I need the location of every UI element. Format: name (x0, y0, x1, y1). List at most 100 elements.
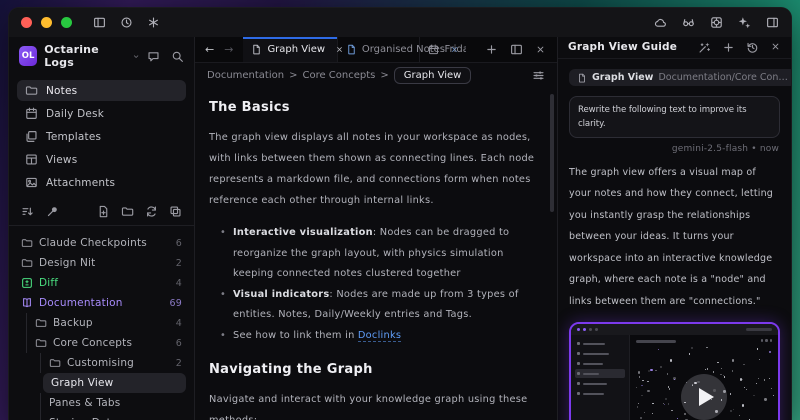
graph-node-dot (720, 374, 721, 375)
sidebar-item-attachments[interactable]: Attachments (17, 172, 186, 193)
pin-icon[interactable] (46, 205, 59, 218)
duplicate-icon[interactable] (169, 205, 182, 218)
doc-icon (251, 44, 262, 55)
graph-node-dot (677, 418, 678, 419)
new-folder-icon[interactable] (121, 205, 134, 218)
graph-node-dot (721, 368, 722, 369)
mini-menu-dots (761, 339, 773, 342)
graph-node-dot (686, 382, 687, 383)
history-icon[interactable] (746, 41, 759, 54)
tree-count: 6 (176, 338, 182, 349)
clock-icon[interactable] (120, 16, 133, 29)
ai-sparkles-icon[interactable] (738, 16, 751, 29)
graph-node-dot (742, 404, 744, 406)
video-preview[interactable] (569, 322, 780, 420)
tree-count: 2 (176, 258, 182, 269)
graph-node-dot (715, 410, 717, 412)
close-window-button[interactable] (21, 17, 32, 28)
graph-node-dot (640, 417, 641, 418)
nav-label: Attachments (46, 177, 115, 189)
tree-item-documentation[interactable]: Documentation 69 (17, 293, 186, 313)
breadcrumb-separator: > (380, 70, 388, 81)
tab-graph-view[interactable]: Graph View Documentation (243, 37, 337, 62)
doc-icon (577, 73, 587, 83)
view-options-icon[interactable] (532, 69, 545, 82)
glasses-icon[interactable] (682, 16, 695, 29)
minimize-window-button[interactable] (41, 17, 52, 28)
tree-item-panes-tabs[interactable]: Panes & Tabs (17, 393, 186, 413)
assistant-response: The graph view offers a visual map of yo… (569, 162, 780, 313)
cloud-sync-icon[interactable] (654, 16, 667, 29)
tree-label: Backup (53, 317, 93, 329)
new-chat-icon[interactable] (722, 41, 735, 54)
panel-left-toggle-icon[interactable] (93, 16, 106, 29)
tree-item-customising[interactable]: Customising 2 (17, 353, 186, 373)
mini-dot (577, 328, 580, 331)
app-window: OL Octarine Logs Notes Daily (8, 7, 792, 420)
tree-item-graph-view[interactable]: Graph View (43, 373, 186, 393)
new-file-icon[interactable] (97, 205, 110, 218)
mini-dot (589, 328, 592, 331)
tree-item-backup[interactable]: Backup 4 (17, 313, 186, 333)
chevron-down-icon[interactable] (132, 52, 140, 61)
workspace-header: OL Octarine Logs (9, 37, 194, 74)
maximize-window-button[interactable] (61, 17, 72, 28)
graph-node-dot (717, 362, 718, 363)
tab-organised-notes[interactable]: Organised Notes (338, 37, 421, 62)
graph-node-dot (636, 387, 637, 388)
tree-count: 4 (176, 318, 182, 329)
tree-label: Diff (39, 277, 58, 289)
graph-node-dot (773, 395, 774, 396)
graph-node-dot (652, 403, 653, 404)
forward-button[interactable]: → (224, 43, 233, 56)
close-panel-icon[interactable] (770, 41, 781, 52)
tree-item-design-nit[interactable]: Design Nit 2 (17, 253, 186, 273)
new-tab-icon[interactable] (485, 43, 498, 56)
magic-wand-icon[interactable] (698, 41, 711, 54)
sync-icon[interactable] (145, 205, 158, 218)
assistant-header: Graph View Guide (558, 37, 791, 59)
asterisk-flower-icon[interactable] (147, 16, 160, 29)
scrollbar-thumb[interactable] (550, 94, 554, 212)
doclinks-link[interactable]: Doclinks (358, 330, 401, 342)
sidebar-item-daily-desk[interactable]: Daily Desk (17, 103, 186, 124)
graph-node-dot (674, 379, 675, 380)
nav-label: Daily Desk (46, 108, 104, 120)
nav-label: Views (46, 154, 77, 166)
nav-label: Templates (46, 131, 101, 143)
comment-icon[interactable] (147, 50, 160, 63)
list-item: Visual indicators: Nodes are made up fro… (233, 285, 535, 326)
graph-node-dot (743, 364, 744, 365)
mini-sidebar-row (575, 339, 625, 348)
sort-icon[interactable] (21, 205, 34, 218)
close-pane-icon[interactable] (535, 44, 546, 55)
play-button[interactable] (681, 374, 727, 420)
tree-item-storing-data[interactable]: Storing Data (17, 413, 186, 420)
folder-icon (49, 357, 61, 369)
search-icon[interactable] (171, 50, 184, 63)
tree-item-core-concepts[interactable]: Core Concepts 6 (17, 333, 186, 353)
note-title-field[interactable]: Graph View (394, 67, 472, 84)
sidebar-item-views[interactable]: Views (17, 149, 186, 170)
breadcrumb: Documentation > Core Concepts > Graph Vi… (195, 63, 557, 88)
breadcrumb-part[interactable]: Core Concepts (302, 70, 375, 81)
back-button[interactable]: ← (205, 43, 214, 56)
graph-node-dot (671, 410, 672, 411)
panel-right-toggle-icon[interactable] (766, 16, 779, 29)
tree-item-claude-checkpoints[interactable]: Claude Checkpoints 6 (17, 233, 186, 253)
graph-node-dot (669, 388, 670, 389)
vault-icon[interactable] (710, 16, 723, 29)
sidebar-item-templates[interactable]: Templates (17, 126, 186, 147)
tab-friday[interactable]: Friday, D (420, 37, 474, 62)
breadcrumb-part[interactable]: Documentation (207, 70, 284, 81)
graph-node-dot (759, 359, 760, 360)
folder-icon (35, 317, 47, 329)
context-chip[interactable]: Graph View Documentation/Core Concepts (569, 69, 791, 86)
graph-node-dot (660, 366, 662, 368)
tree-item-diff[interactable]: Diff 4 (17, 273, 186, 293)
split-pane-icon[interactable] (510, 43, 523, 56)
sidebar-item-notes[interactable]: Notes (17, 80, 186, 101)
mini-sidebar-row (575, 379, 625, 388)
mini-sidebar-row (575, 359, 625, 368)
workspace-name[interactable]: Octarine Logs (44, 43, 125, 69)
